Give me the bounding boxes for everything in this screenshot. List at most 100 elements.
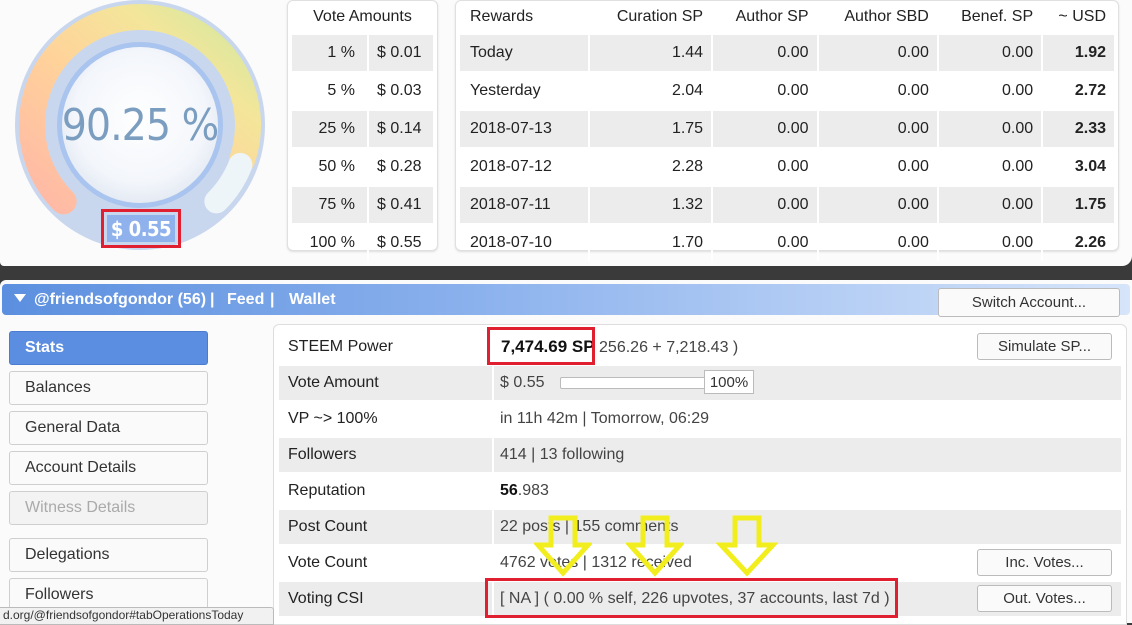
author-sp-header: Author SP <box>735 8 809 25</box>
author-sbd-cell: 0.00 <box>816 71 937 109</box>
reward-date-cell: 2018-07-11 <box>460 185 589 223</box>
vote-weight-input[interactable]: 100% <box>704 370 754 394</box>
vote-amount-cell: $ 0.55 <box>367 223 433 261</box>
vote-amount-row: 5 % $ 0.03 <box>292 71 433 109</box>
stat-row-followers: Followers 414 | 13 following <box>279 438 1121 472</box>
reward-row: 2018-07-11 1.32 0.00 0.00 0.00 1.75 <box>460 185 1114 223</box>
incoming-votes-button[interactable]: Inc. Votes... <box>977 549 1112 576</box>
sidebar-item-stats[interactable]: Stats <box>9 331 208 365</box>
account-name-link[interactable]: @friendsofgondor (56) <box>34 291 206 309</box>
usd-cell: 2.72 <box>1041 71 1114 109</box>
rewards-header: Rewards <box>470 8 534 25</box>
curation-sp-cell: 1.44 <box>588 33 712 71</box>
vote-weight-slider[interactable] <box>560 377 706 389</box>
switch-account-button[interactable]: Switch Account... <box>938 288 1120 317</box>
sidebar-item-balances[interactable]: Balances <box>9 371 208 405</box>
vote-amount-cell: $ 0.28 <box>367 147 433 185</box>
vote-amount-row: 1 % $ 0.01 <box>292 33 433 71</box>
outgoing-votes-button[interactable]: Out. Votes... <box>977 585 1112 612</box>
usd-cell: 1.92 <box>1041 33 1114 71</box>
reward-date-cell: Yesterday <box>460 71 589 109</box>
vote-percent-cell: 25 % <box>292 109 367 147</box>
usd-header: ~ USD <box>1058 8 1106 25</box>
stat-row-vote-amount: Vote Amount $ 0.55 100% <box>279 366 1121 400</box>
author-sp-cell: 0.00 <box>711 185 817 223</box>
stat-row-voting-csi: Voting CSI [ NA ] ( 0.00 % self, 226 upv… <box>279 578 1121 618</box>
stat-row-vote-count: Vote Count 4762 votes | 1312 received In… <box>279 546 1121 580</box>
curation-sp-header: Curation SP <box>616 8 704 25</box>
author-sp-cell: 0.00 <box>711 147 817 185</box>
benef-sp-cell: 0.00 <box>936 147 1042 185</box>
usd-cell: 2.26 <box>1041 223 1114 261</box>
reputation-main: 56 <box>500 482 518 499</box>
account-header-bar: @friendsofgondor (56) | Feed | Wallet Sw… <box>2 284 1130 317</box>
benef-sp-cell: 0.00 <box>936 71 1042 109</box>
author-sbd-cell: 0.00 <box>816 109 937 147</box>
reward-row: 2018-07-12 2.28 0.00 0.00 0.00 3.04 <box>460 147 1114 185</box>
usd-cell: 3.04 <box>1041 147 1114 185</box>
curation-sp-cell: 2.28 <box>588 147 712 185</box>
benef-sp-cell: 0.00 <box>936 223 1042 261</box>
sidebar-item-account-details[interactable]: Account Details <box>9 451 208 485</box>
vote-percent-cell: 100 % <box>292 223 367 261</box>
reward-row: Today 1.44 0.00 0.00 0.00 1.92 <box>460 33 1114 71</box>
stat-label: Followers <box>288 446 357 463</box>
usd-cell: 1.75 <box>1041 185 1114 223</box>
voting-csi-highlight <box>485 578 898 618</box>
reward-date-cell: 2018-07-12 <box>460 147 589 185</box>
benef-sp-header: Benef. SP <box>961 8 1034 25</box>
stat-row-vp: VP ~> 100% in 11h 42m | Tomorrow, 06:29 <box>279 402 1121 436</box>
feed-link[interactable]: Feed <box>227 291 264 309</box>
vote-amount-row: 100 % $ 0.55 <box>292 223 433 261</box>
stat-label: Voting CSI <box>288 590 364 607</box>
bar-separator: | <box>210 291 215 308</box>
vote-amount-cell: $ 0.41 <box>367 185 433 223</box>
usd-cell: 2.33 <box>1041 109 1114 147</box>
rewards-table: Rewards Curation SP Author SP Author SBD Ben… <box>460 1 1114 261</box>
vote-amount-cell: $ 0.14 <box>367 109 433 147</box>
vote-amounts-header: Vote Amounts <box>313 8 412 25</box>
voting-power-percent: 90.25 % <box>61 100 219 151</box>
sidebar-item-witness-details: Witness Details <box>9 491 208 525</box>
collapse-caret-icon[interactable] <box>14 294 26 302</box>
stat-row-steem-power: STEEM Power 7,474.69 SP 256.26 + 7,218.4… <box>279 327 1121 365</box>
reward-row: 2018-07-13 1.75 0.00 0.00 0.00 2.33 <box>460 109 1114 147</box>
vote-amount-row: 75 % $ 0.41 <box>292 185 433 223</box>
stat-row-reputation: Reputation 56.983 <box>279 474 1121 508</box>
reward-row: 2018-07-10 1.70 0.00 0.00 0.00 2.26 <box>460 223 1114 261</box>
vote-amount-row: 50 % $ 0.28 <box>292 147 433 185</box>
stat-label: VP ~> 100% <box>288 410 378 427</box>
steem-power-highlight <box>487 327 595 365</box>
stat-label: Vote Count <box>288 554 368 571</box>
wallet-link[interactable]: Wallet <box>289 291 336 309</box>
stat-label: Post Count <box>288 518 368 535</box>
author-sp-cell: 0.00 <box>711 33 817 71</box>
benef-sp-cell: 0.00 <box>936 185 1042 223</box>
benef-sp-cell: 0.00 <box>936 33 1042 71</box>
sidebar-item-delegations[interactable]: Delegations <box>9 538 208 572</box>
vote-percent-cell: 5 % <box>292 71 367 109</box>
simulate-sp-button[interactable]: Simulate SP... <box>977 333 1112 360</box>
vote-amount-value: $ 0.55 <box>500 374 545 391</box>
vp-recharge-value: in 11h 42m | Tomorrow, 06:29 <box>500 410 710 427</box>
curation-sp-cell: 2.04 <box>588 71 712 109</box>
author-sbd-cell: 0.00 <box>816 33 937 71</box>
reward-row: Yesterday 2.04 0.00 0.00 0.00 2.72 <box>460 71 1114 109</box>
account-panel: @friendsofgondor (56) | Feed | Wallet Sw… <box>0 280 1132 625</box>
author-sp-cell: 0.00 <box>711 223 817 261</box>
reputation-decimal: .983 <box>517 482 549 499</box>
vote-amount-cell: $ 0.01 <box>367 33 433 71</box>
vote-value-label: $ 0.55 <box>107 215 175 242</box>
benef-sp-cell: 0.00 <box>936 109 1042 147</box>
vote-percent-cell: 1 % <box>292 33 367 71</box>
sidebar-item-general-data[interactable]: General Data <box>9 411 208 445</box>
author-sbd-cell: 0.00 <box>816 185 937 223</box>
stat-row-post-count: Post Count 22 posts | 155 comments <box>279 510 1121 544</box>
followers-value: 414 | 13 following <box>500 446 625 463</box>
vote-amounts-table: Vote Amounts 1 % $ 0.01 5 % $ 0.03 25 % $ 0.1… <box>292 1 433 261</box>
author-sp-cell: 0.00 <box>711 71 817 109</box>
down-arrow-icon <box>626 515 684 577</box>
reward-date-cell: Today <box>460 33 589 71</box>
bar-separator: | <box>270 291 275 308</box>
curation-sp-cell: 1.70 <box>588 223 712 261</box>
